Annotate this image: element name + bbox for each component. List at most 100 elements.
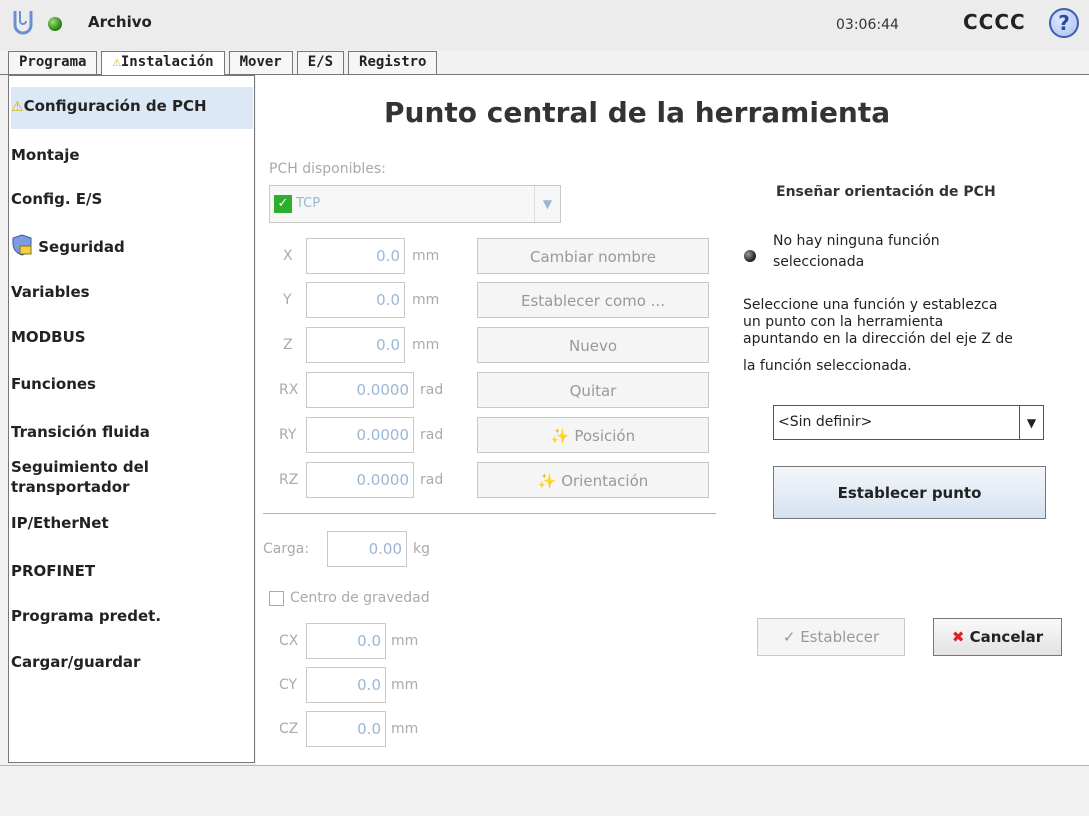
sidebar-item-transicion[interactable]: Transición fluida (11, 423, 150, 441)
ur-logo-icon (13, 11, 33, 35)
status-text-line1: No hay ninguna función (773, 233, 940, 249)
x-unit: mm (412, 248, 440, 264)
sidebar-item-modbus[interactable]: MODBUS (11, 328, 86, 346)
apply-button[interactable]: ✓ Establecer (757, 618, 905, 656)
sidebar-item-pch-config[interactable]: ⚠Configuración de PCH (11, 87, 253, 129)
feature-select-value: <Sin definir> (778, 414, 873, 430)
cog-label: Centro de gravedad (290, 590, 430, 606)
teach-orientation-title: Enseñar orientación de PCH (776, 184, 996, 200)
tab-label: Registro (359, 54, 427, 70)
y-unit: mm (412, 292, 440, 308)
bottom-divider (0, 765, 1089, 766)
rz-unit: rad (420, 472, 444, 488)
top-bar: Archivo 03:06:44 CCCC ? (0, 0, 1089, 50)
tab-instalacion[interactable]: ⚠Instalación (101, 51, 225, 75)
instruction-line: un punto con la herramienta (743, 314, 944, 330)
cy-field[interactable]: 0.0 (306, 667, 386, 703)
tab-mover[interactable]: Mover (228, 51, 293, 74)
ry-unit: rad (420, 427, 444, 443)
sidebar-item-variables[interactable]: Variables (11, 283, 90, 301)
rz-field[interactable]: 0.0000 (306, 462, 414, 498)
instruction-line: la función seleccionada. (743, 358, 912, 374)
instruction-line: apuntando en la dirección del eje Z de (743, 331, 1013, 347)
sidebar-item-profinet[interactable]: PROFINET (11, 562, 95, 580)
orientation-button[interactable]: ✨ Orientación (477, 462, 709, 498)
cz-label: CZ (279, 721, 299, 737)
z-unit: mm (412, 337, 440, 353)
status-text-line2: seleccionada (773, 254, 865, 270)
rename-button[interactable]: Cambiar nombre (477, 238, 709, 274)
sidebar-item-montaje[interactable]: Montaje (11, 146, 80, 164)
tab-label: E/S (307, 54, 334, 70)
tab-es[interactable]: E/S (296, 51, 345, 74)
chevron-down-icon: ▼ (534, 186, 560, 222)
cy-label: CY (279, 677, 298, 693)
cx-unit: mm (391, 633, 419, 649)
tab-registro[interactable]: Registro (348, 51, 438, 74)
payload-label: Carga: (263, 541, 310, 557)
sidebar-item-label: Seguridad (38, 238, 125, 256)
set-point-button[interactable]: Establecer punto (773, 466, 1046, 519)
rx-unit: rad (420, 382, 444, 398)
cancel-button[interactable]: ✖ Cancelar (933, 618, 1062, 656)
x-field[interactable]: 0.0 (306, 238, 405, 274)
orientation-label: Orientación (561, 472, 649, 490)
position-label: Posición (574, 427, 636, 445)
sidebar-item-seguridad[interactable]: Seguridad (11, 234, 125, 256)
rx-label: RX (279, 382, 299, 398)
magic-wand-icon: ✨ (537, 472, 557, 490)
rx-field[interactable]: 0.0000 (306, 372, 414, 408)
help-icon[interactable]: ? (1049, 8, 1079, 38)
file-menu[interactable]: Archivo (88, 13, 152, 31)
cx-field[interactable]: 0.0 (306, 623, 386, 659)
cz-field[interactable]: 0.0 (306, 711, 386, 747)
rz-label: RZ (279, 472, 299, 488)
sidebar-item-cargar-guardar[interactable]: Cargar/guardar (11, 653, 140, 671)
check-icon: ✓ (782, 628, 796, 646)
z-label: Z (283, 337, 293, 353)
instruction-line: Seleccione una función y establezca (743, 297, 998, 313)
z-field[interactable]: 0.0 (306, 327, 405, 363)
tab-label: Programa (19, 54, 87, 70)
set-as-button[interactable]: Establecer como ... (477, 282, 709, 318)
warning-icon: ⚠ (11, 99, 24, 115)
main-tabs: Programa ⚠Instalación Mover E/S Registro (8, 51, 441, 75)
tcp-select[interactable]: ✓ TCP ▼ (269, 185, 561, 223)
page-title: Punto central de la herramienta (384, 96, 891, 129)
tcp-select-value: TCP (296, 196, 321, 211)
magic-wand-icon: ✨ (550, 427, 570, 445)
tab-programa[interactable]: Programa (8, 51, 98, 74)
cog-checkbox[interactable] (269, 591, 284, 606)
payload-unit: kg (413, 541, 430, 557)
remove-button[interactable]: Quitar (477, 372, 709, 408)
chevron-down-icon: ▼ (1019, 406, 1043, 439)
check-icon: ✓ (274, 195, 292, 213)
cy-unit: mm (391, 677, 419, 693)
y-label: Y (283, 292, 292, 308)
x-label: X (283, 248, 293, 264)
cz-unit: mm (391, 721, 419, 737)
cancel-label: Cancelar (969, 628, 1044, 646)
sidebar-item-config-es[interactable]: Config. E/S (11, 190, 102, 208)
robot-status-icon (48, 17, 62, 31)
new-button[interactable]: Nuevo (477, 327, 709, 363)
sidebar-item-funciones[interactable]: Funciones (11, 375, 96, 393)
tab-label: Instalación (120, 54, 214, 70)
available-tcp-label: PCH disponibles: (269, 161, 386, 177)
sidebar-item-ip-ethernet[interactable]: IP/EtherNet (11, 514, 109, 532)
payload-field[interactable]: 0.00 (327, 531, 407, 567)
feature-select[interactable]: <Sin definir> ▼ (773, 405, 1044, 440)
sidebar-item-label: Configuración de PCH (23, 97, 207, 115)
sidebar-item-programa-predet[interactable]: Programa predet. (11, 607, 161, 625)
sidebar: ⚠Configuración de PCH Montaje Config. E/… (8, 75, 255, 763)
shield-icon (12, 234, 32, 256)
close-icon: ✖ (951, 628, 965, 646)
y-field[interactable]: 0.0 (306, 282, 405, 318)
status-indicator-icon (744, 250, 756, 262)
warning-icon: ⚠ (112, 54, 121, 70)
cx-label: CX (279, 633, 299, 649)
ry-field[interactable]: 0.0000 (306, 417, 414, 453)
position-button[interactable]: ✨ Posición (477, 417, 709, 453)
sidebar-item-seguimiento[interactable]: Seguimiento del transportador (11, 457, 251, 497)
tab-label: Mover (239, 54, 282, 70)
